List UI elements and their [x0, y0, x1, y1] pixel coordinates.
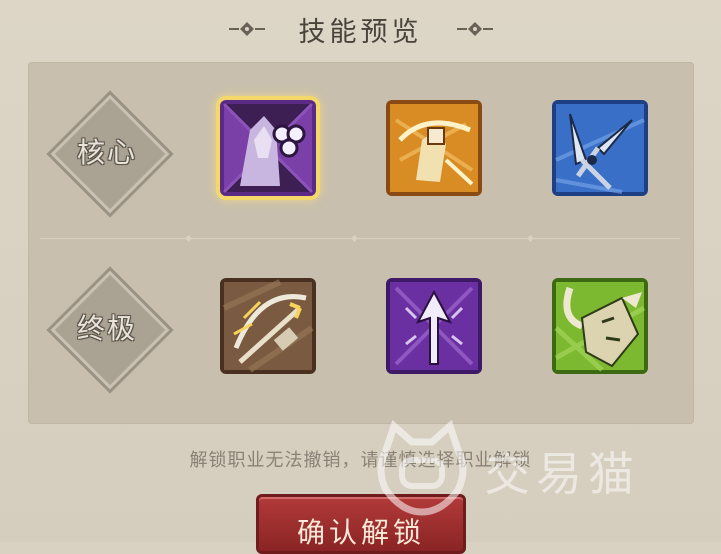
crossbow-icon	[220, 278, 316, 374]
skill-slot-ultimate-2[interactable]	[386, 278, 482, 374]
row-divider	[40, 238, 680, 239]
category-core: 核心	[48, 92, 170, 214]
skill-slot-ultimate-3[interactable]	[552, 278, 648, 374]
confirm-unlock-button[interactable]: 确认解锁	[256, 494, 466, 554]
page-title: 技能预览	[298, 16, 423, 48]
skill-preview-panel: 技能预览 核心 终极 解锁职业无法撤销，请谨慎选择职业解锁 确认解锁 交易猫	[0, 0, 721, 554]
skill-slot-core-1[interactable]	[220, 100, 316, 196]
category-ultimate: 终极	[48, 268, 170, 390]
title-row: 技能预览	[0, 0, 721, 58]
right-ornament-icon	[456, 22, 493, 36]
arrow-burst-icon	[386, 278, 482, 374]
golden-archer-icon	[386, 100, 482, 196]
category-label: 核心	[76, 136, 137, 169]
skill-slot-core-3[interactable]	[552, 100, 648, 196]
unlock-warning-text: 解锁职业无法撤销，请谨慎选择职业解锁	[189, 450, 532, 471]
confirm-unlock-label: 确认解锁	[296, 516, 425, 549]
left-ornament-icon	[228, 22, 265, 36]
horned-hunter-icon	[552, 278, 648, 374]
skill-slot-ultimate-1[interactable]	[220, 278, 316, 374]
category-label: 终极	[76, 312, 137, 345]
skill-slot-core-2[interactable]	[386, 100, 482, 196]
spear-tips-icon	[552, 100, 648, 196]
hooded-caster-icon	[220, 100, 316, 196]
